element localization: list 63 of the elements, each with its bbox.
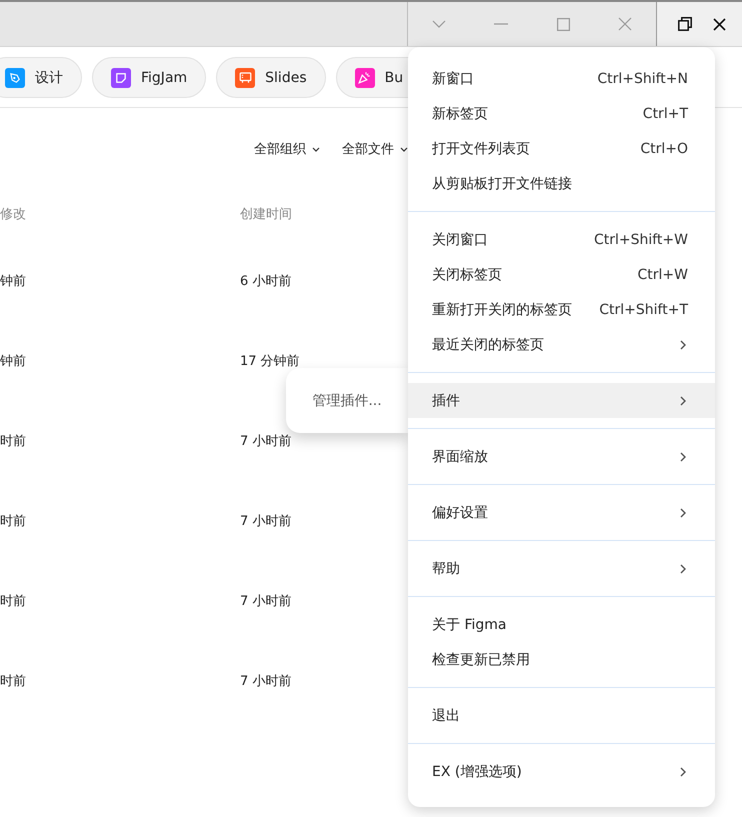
minimize-icon[interactable] <box>494 23 508 25</box>
shortcut-text: Ctrl+Shift+W <box>594 232 688 248</box>
menu-item[interactable]: 最近关闭的标签页 <box>408 327 715 362</box>
menu-label: 偏好设置 <box>432 504 489 522</box>
table-cell-text: 7 小时前 <box>240 433 292 450</box>
menu-item[interactable]: 插件 <box>408 383 715 418</box>
menu-item[interactable]: 从剪贴板打开文件链接 <box>408 166 715 201</box>
restore-icon[interactable] <box>678 17 692 31</box>
menu-item[interactable]: 关于 Figma <box>408 607 715 642</box>
menu-label: 最近关闭的标签页 <box>432 336 545 354</box>
menu-item[interactable]: 帮助 <box>408 551 715 586</box>
shortcut-text: Ctrl+O <box>640 140 688 156</box>
menu-item[interactable]: 重新打开关闭的标签页 Ctrl+Shift+T <box>408 292 715 327</box>
shortcut-text: Ctrl+Shift+T <box>599 302 688 318</box>
table-cell-text: 7 小时前 <box>240 513 292 530</box>
menu-label: 检查更新已禁用 <box>432 650 531 668</box>
menu-item[interactable]: 打开文件列表页 Ctrl+O <box>408 131 715 166</box>
app-tab[interactable]: Slides <box>216 57 326 98</box>
menu-label: 退出 <box>432 706 461 724</box>
menu-label: 界面缩放 <box>432 448 489 466</box>
table-cell-text: 时前 <box>0 593 26 610</box>
shortcut-text: Ctrl+T <box>642 106 688 122</box>
menu-item[interactable]: 检查更新已禁用 <box>408 642 715 677</box>
table-cell-text: 时前 <box>0 513 26 530</box>
menu-label: EX (增强选项) <box>432 762 523 780</box>
close-icon[interactable] <box>712 18 726 30</box>
menu-label: 从剪贴板打开文件链接 <box>432 174 573 192</box>
menu-label: 插件 <box>432 392 461 410</box>
table-cell-text: 17 分钟前 <box>240 353 300 370</box>
menu-item[interactable]: 新标签页 Ctrl+T <box>408 96 715 131</box>
column-header: 修改 <box>0 206 26 223</box>
menu-item[interactable]: 管理插件... <box>312 392 382 410</box>
shortcut-text: Ctrl+Shift+N <box>597 70 688 86</box>
menu-label: 关闭标签页 <box>432 266 503 284</box>
app-tab[interactable]: 设计 <box>0 57 82 98</box>
table-cell-text: 钟前 <box>0 353 26 370</box>
table-cell-text: 时前 <box>0 673 26 690</box>
table-cell-text: 钟前 <box>0 273 26 290</box>
maximize-icon[interactable] <box>556 18 570 30</box>
menu-item[interactable]: EX (增强选项) <box>408 754 715 789</box>
menu-label: 打开文件列表页 <box>432 140 531 158</box>
menu-label: 关于 Figma <box>432 616 508 634</box>
table-cell-text: 时前 <box>0 433 26 450</box>
menu-label: 关闭窗口 <box>432 230 489 248</box>
caret-icon <box>400 146 408 152</box>
column-header: 创建时间 <box>240 206 292 223</box>
filter-dropdown[interactable]: 全部文件 <box>342 138 408 160</box>
menu-label: 新标签页 <box>432 104 489 122</box>
menu-item[interactable]: 关闭标签页 Ctrl+W <box>408 257 715 292</box>
table-cell-text: 7 小时前 <box>240 673 292 690</box>
menu-item[interactable]: 偏好设置 <box>408 495 715 530</box>
menu-item[interactable]: 关闭窗口 Ctrl+Shift+W <box>408 222 715 257</box>
filter-dropdown[interactable]: 全部组织 <box>254 138 320 160</box>
chevron-down-icon[interactable] <box>432 20 446 28</box>
shortcut-text: Ctrl+W <box>638 266 688 282</box>
table-cell-text: 6 小时前 <box>240 273 292 290</box>
menu-item[interactable]: 退出 <box>408 698 715 733</box>
menu-item[interactable]: 界面缩放 <box>408 439 715 474</box>
menu-label: 帮助 <box>432 560 461 578</box>
app-tab[interactable]: FigJam <box>92 57 206 98</box>
menu-label: 重新打开关闭的标签页 <box>432 300 573 318</box>
caret-icon <box>312 146 320 152</box>
table-cell-text: 7 小时前 <box>240 593 292 610</box>
